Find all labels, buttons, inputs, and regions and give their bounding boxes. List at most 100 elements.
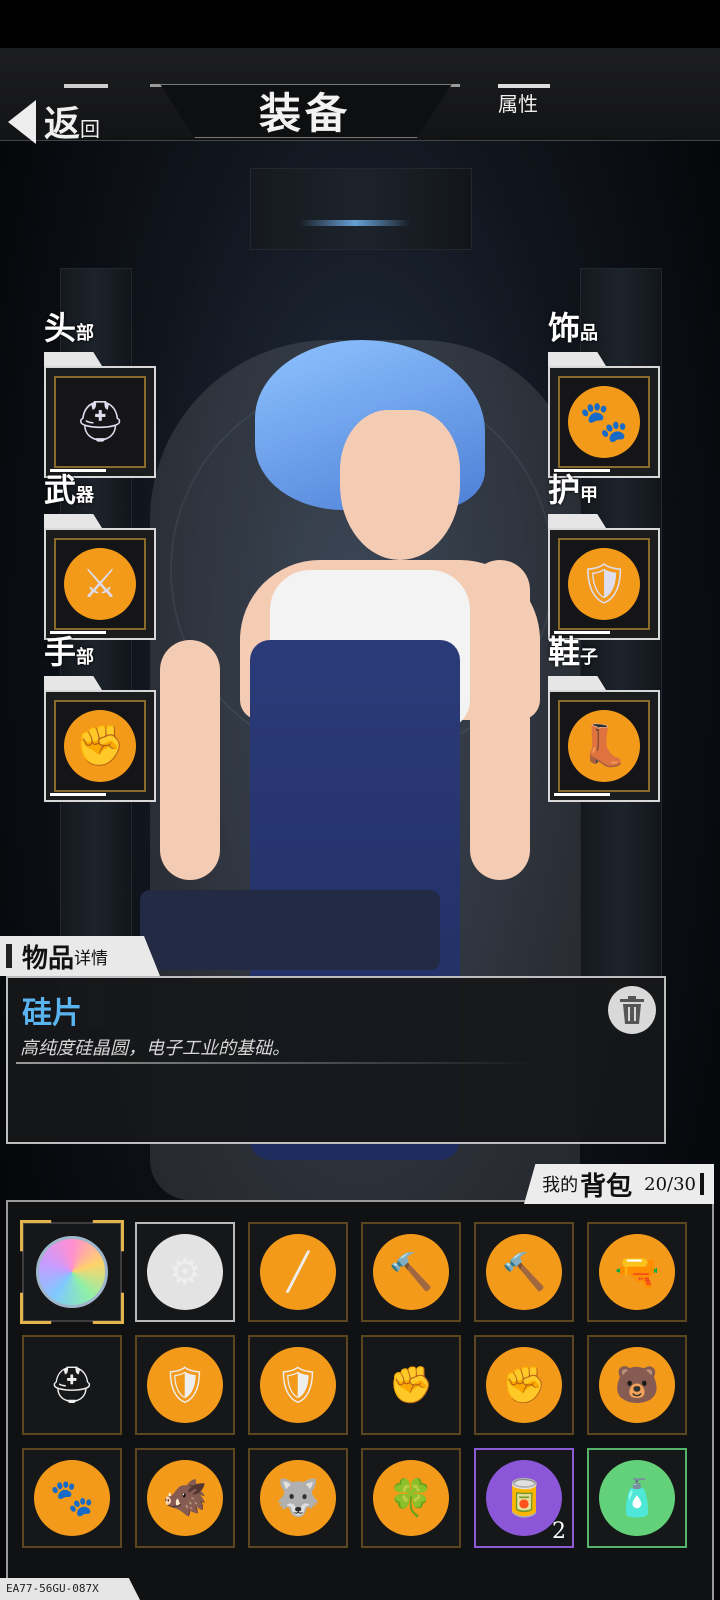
slot-tab — [44, 676, 102, 690]
item-orb: 🧴 — [599, 1460, 675, 1536]
back-accent-line — [64, 84, 108, 88]
slot-orb: ⛑ — [64, 386, 136, 458]
backpack-my-label: 我的 — [542, 1175, 579, 1196]
item-orb: 🔨 — [373, 1234, 449, 1310]
gauntlet-icon: ✊ — [501, 1365, 547, 1406]
item-orb: ╱ — [260, 1234, 336, 1310]
slot-card[interactable]: ⚔ — [44, 528, 156, 640]
slot-frame: ✊ — [54, 700, 146, 792]
slot-orb: 👢 — [568, 710, 640, 782]
tab-attributes[interactable]: 属性 — [468, 88, 568, 117]
silicon-wafer-icon — [36, 1236, 108, 1308]
detail-tab-label: 物品 — [22, 943, 75, 974]
slot-card[interactable]: 👢 — [548, 690, 660, 802]
backpack-slot[interactable] — [22, 1222, 122, 1322]
backpack-slot[interactable]: ╱ — [248, 1222, 348, 1322]
boots-icon: 👢 — [579, 723, 629, 769]
slot-frame: ⚔ — [54, 538, 146, 630]
boar-charm-icon: 🐗 — [162, 1478, 208, 1519]
backpack-slot[interactable]: 🐺 — [248, 1448, 348, 1548]
item-orb: 🐺 — [260, 1460, 336, 1536]
background-ceiling — [250, 168, 472, 250]
back-button[interactable]: 返 回 — [8, 96, 100, 144]
canned-food-icon: 🥫 — [501, 1478, 547, 1519]
discard-button[interactable] — [608, 986, 656, 1034]
baton-icon: ╱ — [287, 1251, 309, 1293]
backpack-tab: 我的 背包 20/30 — [524, 1164, 714, 1204]
ceiling-light — [300, 220, 410, 226]
equipment-slot-gauntlet[interactable]: 手部 ✊ — [44, 634, 156, 802]
backpack-label: 背包 — [580, 1171, 633, 1202]
item-orb: 🐾 — [34, 1460, 110, 1536]
page-title-equipment[interactable]: 装备 — [160, 80, 450, 141]
item-orb: ⛑ — [34, 1347, 110, 1423]
equipment-slot-helmet[interactable]: 头部 ⛑ — [44, 310, 156, 478]
item-orb: 🍀 — [373, 1460, 449, 1536]
item-orb: 🛡 — [147, 1347, 223, 1423]
slot-orb: 🐾 — [568, 386, 640, 458]
slot-frame: 🐾 — [558, 376, 650, 468]
backpack-slot[interactable]: ✊ — [474, 1335, 574, 1435]
equipment-slot-lightsaber[interactable]: 武器 ⚔ — [44, 472, 156, 640]
bear-charm-icon: 🐻 — [614, 1365, 660, 1406]
backpack-slot[interactable]: ✊ — [361, 1335, 461, 1435]
lightsaber-icon: ⚔ — [82, 561, 118, 607]
slot-card[interactable]: 🐾 — [548, 366, 660, 478]
hammer-icon: 🔨 — [501, 1252, 547, 1293]
slot-orb: ⚔ — [64, 548, 136, 620]
backpack-slot[interactable]: 🐾 — [22, 1448, 122, 1548]
slot-frame: 👢 — [558, 700, 650, 792]
detail-tab-bar — [6, 944, 12, 968]
backpack-slot[interactable]: 🥫 2 — [474, 1448, 574, 1548]
back-label-big: 返 — [44, 103, 81, 145]
detail-divider — [16, 1062, 536, 1064]
slot-label: 鞋子 — [548, 633, 599, 671]
item-orb: ✊ — [486, 1347, 562, 1423]
character-belt — [140, 890, 440, 970]
slot-tab — [44, 352, 102, 366]
slot-card[interactable]: ✊ — [44, 690, 156, 802]
backpack-slot[interactable]: ⚙ — [135, 1222, 235, 1322]
backpack-slot[interactable]: 🔫 — [587, 1222, 687, 1322]
slot-orb: ✊ — [64, 710, 136, 782]
build-code: EA77-56GU-087X — [0, 1578, 140, 1600]
backpack-slot[interactable]: 🍀 — [361, 1448, 461, 1548]
clover-charm-icon: 🍀 — [388, 1478, 434, 1519]
item-orb: 🔨 — [486, 1234, 562, 1310]
backpack-slot[interactable]: ⛑ — [22, 1335, 122, 1435]
backpack-slot[interactable]: 🐻 — [587, 1335, 687, 1435]
backpack-slot[interactable]: 🧴 — [587, 1448, 687, 1548]
backpack-slot[interactable]: 🔨 — [361, 1222, 461, 1322]
slot-tab — [548, 352, 606, 366]
equipment-slot-mole-charm[interactable]: 饰品 🐾 — [548, 310, 660, 478]
slot-card[interactable]: 🛡 — [548, 528, 660, 640]
wolf-charm-icon: 🐺 — [275, 1478, 321, 1519]
hammer-icon: 🔨 — [388, 1252, 434, 1293]
backpack-slot[interactable]: 🛡 — [248, 1335, 348, 1435]
item-description: 高纯度硅晶圆，电子工业的基础。 — [20, 1038, 290, 1059]
slot-underline — [50, 793, 106, 796]
back-label-small: 回 — [80, 117, 101, 141]
slot-label: 饰品 — [548, 309, 599, 347]
equipment-slot-boots[interactable]: 鞋子 👢 — [548, 634, 660, 802]
backpack-slot[interactable]: 🔨 — [474, 1222, 574, 1322]
slot-tab — [548, 676, 606, 690]
armor-vest-icon: 🛡 — [162, 1365, 208, 1406]
slot-tab — [44, 514, 102, 528]
item-orb: ✊ — [373, 1347, 449, 1423]
character-face — [340, 410, 460, 560]
equipment-slot-armor-vest[interactable]: 护甲 🛡 — [548, 472, 660, 640]
armor-vest-icon: 🛡 — [578, 561, 630, 607]
backpack-slot[interactable]: 🐗 — [135, 1448, 235, 1548]
backpack-tab-bar — [700, 1173, 704, 1195]
gauntlet-icon: ✊ — [75, 723, 125, 769]
item-orb: ⚙ — [147, 1234, 223, 1310]
blaster-gun-icon: 🔫 — [614, 1252, 660, 1293]
cyber-glove-icon: ✊ — [388, 1365, 434, 1406]
backpack-slot[interactable]: 🛡 — [135, 1335, 235, 1435]
slot-card[interactable]: ⛑ — [44, 366, 156, 478]
slot-frame: ⛑ — [54, 376, 146, 468]
mole-charm-icon: 🐾 — [579, 399, 629, 445]
item-orb: 🔫 — [599, 1234, 675, 1310]
item-orb: 🐗 — [147, 1460, 223, 1536]
